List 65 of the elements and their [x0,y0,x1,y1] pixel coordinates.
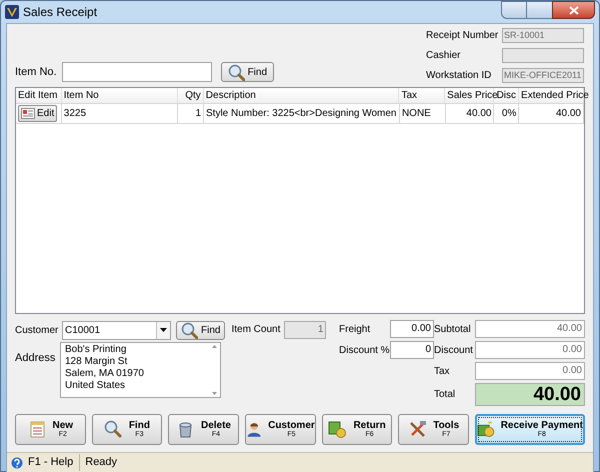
table-cell: NONE [400,104,446,123]
total-field: 40.00 [475,383,585,406]
close-button[interactable] [552,1,595,19]
scroll-up-icon [212,345,216,348]
search-icon [104,420,123,439]
document-icon [28,420,47,439]
address-line: Bob's Printing [65,344,128,356]
total-label: Total [434,388,456,402]
minimize-button[interactable] [501,1,527,19]
address-label: Address [15,351,56,366]
read-only-field: SR-10001 [502,28,584,42]
table-cell: 0% [494,104,520,123]
address-box[interactable]: Bob's Printing 128 Margin St Salem, MA 01970 United States [60,342,221,398]
item-no-label: Item No. [15,64,57,80]
column-header: Description [204,88,400,103]
item-count-label: Item Count [231,323,282,337]
maximize-button[interactable] [527,1,552,19]
item-count-field: 1 [284,321,326,339]
address-line: Salem, MA 01970 [65,368,145,380]
column-header: Qty [178,88,204,103]
item-no-input[interactable] [62,62,212,82]
customer-combo-box[interactable]: C10001 [62,320,171,340]
table-cell: 3225 [62,104,178,123]
field-label: Subtotal [434,322,472,336]
input-field[interactable]: 0.00 [390,320,434,338]
help-icon [11,456,23,468]
search-icon [181,322,198,338]
window-title: Sales Receipt [23,4,98,21]
search-icon [228,64,245,80]
money-icon [476,420,495,439]
column-header: Tax [399,88,446,103]
read-only-field: MIKE-OFFICE2011 [502,68,584,82]
edit-button[interactable]: Edit [18,105,58,122]
column-header: Item No [62,88,178,103]
money-icon [328,420,348,439]
field-label: Discount % [339,344,390,358]
input-field[interactable]: 0 [390,341,434,359]
table-cell: 40.00 [446,104,494,123]
field-label: Cashier [426,48,462,62]
field-label: Discount [434,344,474,358]
field-label: Tax [434,364,451,378]
tools-icon [408,420,428,439]
read-only-field: 0.00 [475,362,585,380]
address-line: United States [65,380,126,392]
field-label: Freight [339,322,372,336]
status-help-text: F1 - Help [28,454,80,471]
app-logo-icon [5,5,19,19]
form-icon [21,108,35,119]
field-label: Receipt Number [426,28,500,42]
scroll-down-icon [212,392,216,395]
column-header: Edit Item [16,88,62,103]
find-button[interactable]: Find [220,62,274,82]
customer-label: Customer [15,324,60,338]
read-only-field: 40.00 [475,320,585,338]
close-icon [568,6,578,14]
table-cell: 40.00 [519,104,584,123]
table-cell: 1 [178,104,204,123]
dropdown-arrow-icon [160,328,167,332]
person-icon [246,420,262,439]
table-cell: Style Number: 3225<br>Designing Women [204,104,400,123]
status-text: Ready [85,455,118,470]
read-only-field: 0.00 [475,341,585,359]
field-label: Workstation ID [426,68,492,82]
address-line: 128 Margin St [65,356,128,368]
find-button[interactable]: Find [176,320,226,340]
